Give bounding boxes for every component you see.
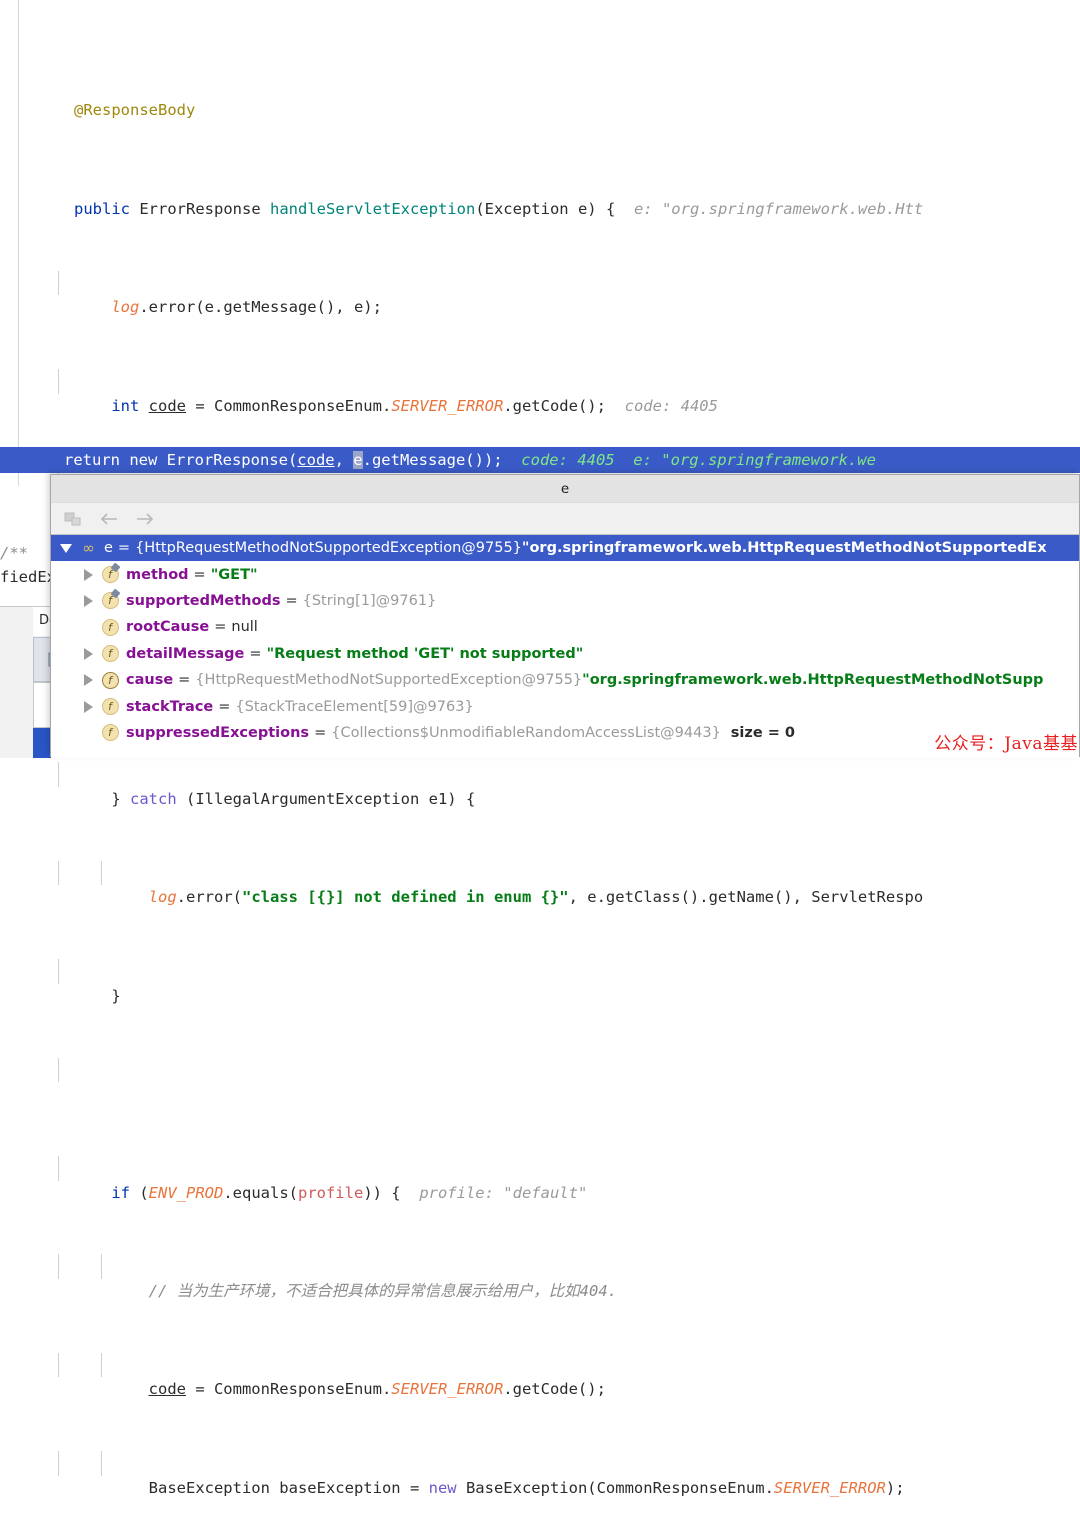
field-icon: f — [99, 724, 121, 742]
variable-equals: = — [249, 645, 262, 662]
expand-toggle-right-icon[interactable] — [77, 700, 99, 713]
code-line: public ErrorResponse handleServletExcept… — [74, 199, 924, 218]
chevron-down-icon — [60, 543, 72, 553]
variable-inspector-popup[interactable]: e ∞ e = {HttpRequestMethodNotSupportedExcep… — [50, 474, 1080, 758]
chevron-right-icon — [83, 674, 93, 687]
chevron-right-icon — [83, 700, 93, 713]
popup-title: e — [51, 475, 1079, 503]
field-glyph: f — [101, 618, 119, 636]
variable-equals: = — [314, 724, 327, 741]
variable-name: detailMessage — [126, 645, 245, 662]
variable-row[interactable]: f method = "GET" — [51, 561, 1079, 587]
field-circled-icon: f — [99, 671, 121, 689]
variable-equals: = — [285, 592, 298, 609]
watch-glasses-icon: ∞ — [77, 539, 99, 557]
variable-equals: = — [117, 540, 131, 557]
variable-row[interactable]: f suppressedExceptions = {Collections$Unmod… — [51, 720, 1079, 746]
field-glyph: f — [101, 645, 119, 663]
variable-name: rootCause — [126, 619, 210, 636]
exec-hint-e: e: "org.springframework.we — [633, 451, 876, 469]
variable-row[interactable]: f stackTrace = {StackTraceElement[59]@9763} — [51, 693, 1079, 719]
exec-hint-code: code: 4405 — [521, 451, 615, 469]
code-line: int code = CommonResponseEnum.SERVER_ERR… — [0, 368, 1080, 415]
variable-reference: {Collections$UnmodifiableRandomAccessLis… — [331, 724, 721, 741]
back-arrow-icon[interactable] — [99, 509, 119, 529]
forward-arrow-icon[interactable] — [135, 509, 155, 529]
field-glyph: f — [101, 671, 119, 689]
field-glyph: f — [101, 566, 119, 584]
code-line: } catch (IllegalArgumentException e1) { — [0, 762, 1080, 808]
code-line: code = CommonResponseEnum.SERVER_ERROR.g… — [0, 1352, 1080, 1398]
watermark: 公众号：Java基基 — [934, 734, 1078, 754]
variable-value: null — [231, 619, 258, 636]
field-pin-icon: f — [99, 592, 121, 610]
show-references-icon[interactable] — [63, 509, 83, 529]
variable-name: method — [126, 566, 189, 583]
variable-name: supportedMethods — [126, 592, 281, 609]
expand-toggle-right-icon[interactable] — [77, 647, 99, 660]
expand-toggle-right-icon[interactable] — [77, 568, 99, 581]
variable-equals: = — [214, 619, 227, 636]
popup-toolbar[interactable] — [51, 503, 1079, 535]
variable-name: cause — [126, 672, 174, 689]
code-line: if (ENV_PROD.equals(profile)) { profile:… — [0, 1155, 1080, 1202]
chevron-right-icon — [83, 568, 93, 581]
variables-tree[interactable]: ∞ e = {HttpRequestMethodNotSupportedExcepti… — [51, 535, 1079, 758]
code-line: // 当为生产环境，不适合把具体的异常信息展示给用户，比如404. — [0, 1254, 1080, 1300]
field-icon: f — [99, 645, 121, 663]
variable-value: "GET" — [210, 566, 258, 583]
code-line: } — [0, 959, 1080, 1005]
current-execution-line[interactable]: return new ErrorResponse(code, e.getMess… — [0, 447, 1080, 473]
variable-name: suppressedExceptions — [126, 724, 310, 741]
variable-equals: = — [178, 672, 191, 689]
variable-reference: {HttpRequestMethodNotSupportedException@… — [195, 672, 583, 689]
field-glyph: f — [101, 698, 119, 716]
javadoc-fragment: /** — [0, 544, 28, 562]
variable-value: "org.springframework.web.HttpRequestMeth… — [521, 540, 1047, 557]
field-icon: f — [99, 618, 121, 636]
field-glyph: f — [101, 592, 119, 610]
variable-row[interactable]: f rootCause = null — [51, 614, 1079, 640]
glasses-glyph: ∞ — [82, 539, 94, 558]
variable-name: e — [104, 540, 113, 557]
variable-equals: = — [218, 698, 231, 715]
exec-line-code: return new ErrorResponse(code, e.getMess… — [64, 451, 876, 469]
variable-value: "Request method 'GET' not supported" — [266, 645, 584, 662]
variable-row[interactable]: f supportedMethods = {String[1]@9761} — [51, 588, 1079, 614]
variable-equals: = — [193, 566, 206, 583]
field-pin-icon: f — [99, 566, 121, 584]
variable-reference: {StackTraceElement[59]@9763} — [235, 698, 474, 715]
code-line: @ResponseBody — [74, 101, 196, 120]
variable-row[interactable]: f cause = {HttpRequestMethodNotSupportedExc… — [51, 667, 1079, 693]
variable-reference: {String[1]@9761} — [302, 592, 437, 609]
variable-value: "org.springframework.web.HttpRequestMeth… — [582, 672, 1044, 689]
variable-extra: size = 0 — [730, 724, 796, 741]
chevron-right-icon — [83, 594, 93, 607]
exec-line-gutter — [0, 447, 18, 473]
variable-row[interactable]: ∞ e = {HttpRequestMethodNotSupportedExcepti… — [51, 535, 1079, 562]
code-line: BaseException baseException = new BaseEx… — [0, 1451, 1080, 1497]
field-glyph: f — [101, 724, 119, 742]
expand-toggle-down-icon[interactable] — [55, 543, 77, 553]
code-line: log.error("class [{}] not defined in enu… — [0, 860, 1080, 906]
code-line — [0, 1057, 1080, 1083]
code-line: log.error(e.getMessage(), e); — [0, 270, 1080, 316]
variable-name: stackTrace — [126, 698, 214, 715]
field-icon: f — [99, 698, 121, 716]
expand-toggle-right-icon[interactable] — [77, 674, 99, 687]
variable-row[interactable]: f detailMessage = "Request method 'GET' not… — [51, 641, 1079, 667]
chevron-right-icon — [83, 647, 93, 660]
expand-toggle-right-icon[interactable] — [77, 594, 99, 607]
variable-reference: {HttpRequestMethodNotSupportedException@… — [135, 540, 522, 557]
